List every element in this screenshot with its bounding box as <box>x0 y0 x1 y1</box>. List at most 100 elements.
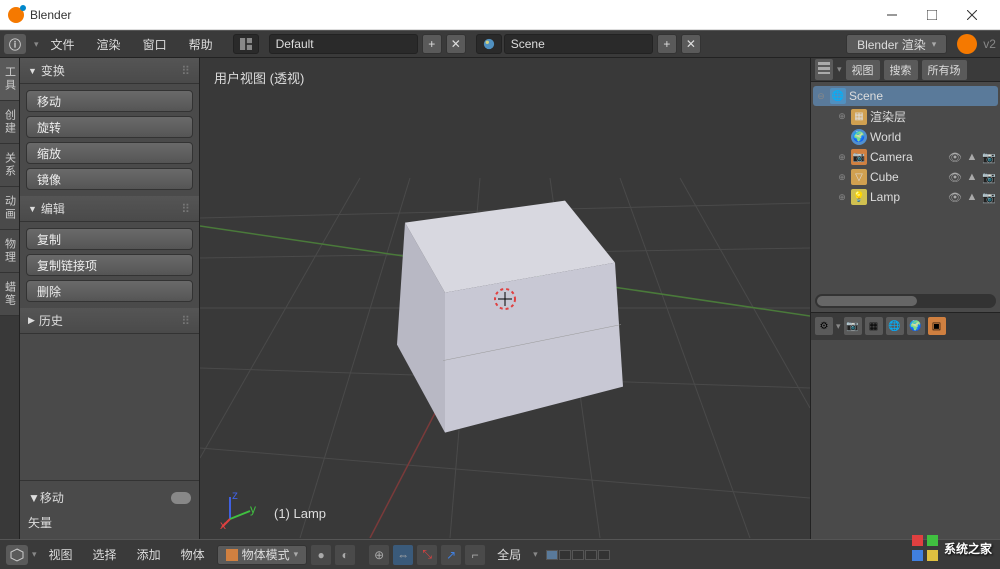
select-icon[interactable]: ▲ <box>965 171 979 183</box>
render-icon[interactable]: 📷 <box>982 151 996 164</box>
select-icon[interactable]: ▲ <box>965 191 979 203</box>
world-tab-icon[interactable]: 🌍 <box>907 317 925 335</box>
properties-header: ⚙ ▾ 📷 ▦ 🌐 🌍 ▣ <box>811 312 1000 340</box>
duplicate-linked-button[interactable]: 复制链接项 <box>26 254 193 276</box>
delete-button[interactable]: 删除 <box>26 280 193 302</box>
layout-add-button[interactable]: + <box>422 34 442 54</box>
lamp-icon: 💡 <box>851 189 867 205</box>
scene-icon[interactable] <box>476 34 502 54</box>
expand-icon[interactable]: ⊕ <box>836 192 848 203</box>
shading-solid-icon[interactable]: ● <box>311 545 331 565</box>
menu-help[interactable]: 帮助 <box>179 32 223 57</box>
visible-icon[interactable]: 👁 <box>948 151 962 164</box>
render-tab-icon[interactable]: 📷 <box>844 317 862 335</box>
section-transform[interactable]: ▼ 变换 ⠿ <box>20 58 199 84</box>
outliner-tree[interactable]: ⊖ 🌐 Scene ⊕ ▦ 渲染层 🌍 World ⊕ 📷 Camera <box>811 82 1000 290</box>
menu-file[interactable]: 文件 <box>41 32 85 57</box>
viewport-header: ▾ 视图 选择 添加 物体 物体模式 ▾ ● ◐ ⊕ ⇔ ⤡ ↗ ⌐ 全局 ▾ <box>0 539 1000 569</box>
pivot-icon[interactable]: ⊕ <box>369 545 389 565</box>
scene-add-button[interactable]: + <box>657 34 677 54</box>
manipulator-icon[interactable]: ⇔ <box>393 545 413 565</box>
expand-icon[interactable]: ⊕ <box>836 152 848 163</box>
orientation-selector[interactable]: 全局 <box>489 542 529 567</box>
render-engine-selector[interactable]: Blender 渲染 ▾ <box>846 34 947 54</box>
move-button[interactable]: 移动 <box>26 90 193 112</box>
layout-selector[interactable]: Default <box>269 34 418 54</box>
layer-1[interactable] <box>546 550 558 560</box>
outliner-search-menu[interactable]: 搜索 <box>884 60 918 80</box>
operator-header[interactable]: ▼ 移动 <box>28 485 191 510</box>
manipulator-scale-icon[interactable]: ⌐ <box>465 545 485 565</box>
scene-tab-icon[interactable]: 🌐 <box>886 317 904 335</box>
mode-selector[interactable]: 物体模式 ▾ <box>217 545 308 565</box>
collapse-icon[interactable]: ⊖ <box>815 91 827 102</box>
duplicate-button[interactable]: 复制 <box>26 228 193 250</box>
svg-text:y: y <box>250 502 256 516</box>
tab-create[interactable]: 创建 <box>0 101 19 144</box>
rotate-button[interactable]: 旋转 <box>26 116 193 138</box>
tree-scene[interactable]: ⊖ 🌐 Scene <box>813 86 998 106</box>
tab-grease[interactable]: 蜡笔 <box>0 273 19 316</box>
expand-icon: ▶ <box>28 315 35 326</box>
select-icon[interactable]: ▲ <box>965 151 979 163</box>
object-tab-icon[interactable]: ▣ <box>928 317 946 335</box>
add-menu[interactable]: 添加 <box>129 542 169 567</box>
outliner-filter[interactable]: 所有场 <box>922 60 967 80</box>
layers-tab-icon[interactable]: ▦ <box>865 317 883 335</box>
grip-icon[interactable]: ⠿ <box>181 314 191 328</box>
layer-5[interactable] <box>598 550 610 560</box>
tab-animation[interactable]: 动画 <box>0 187 19 230</box>
blender-logo-icon <box>8 7 24 23</box>
3dview-editor-icon[interactable] <box>6 545 28 565</box>
layer-2[interactable] <box>559 550 571 560</box>
layout-remove-button[interactable]: ✕ <box>446 34 466 54</box>
mirror-button[interactable]: 镜像 <box>26 168 193 190</box>
expand-icon[interactable]: ⊕ <box>836 172 848 183</box>
manipulator-rotate-icon[interactable]: ↗ <box>441 545 461 565</box>
select-menu[interactable]: 选择 <box>85 542 125 567</box>
view-menu[interactable]: 视图 <box>41 542 81 567</box>
3d-cursor-icon <box>490 284 520 314</box>
grip-icon[interactable]: ⠿ <box>181 202 191 216</box>
tree-camera[interactable]: ⊕ 📷 Camera 👁 ▲ 📷 <box>813 147 998 167</box>
horizontal-scrollbar[interactable] <box>815 294 996 308</box>
render-icon[interactable]: 📷 <box>982 171 996 184</box>
close-button[interactable] <box>952 1 992 29</box>
tab-relations[interactable]: 关系 <box>0 144 19 187</box>
grip-icon[interactable]: ⠿ <box>181 64 191 78</box>
tab-tools[interactable]: 工具 <box>0 58 19 101</box>
render-icon[interactable]: 📷 <box>982 191 996 204</box>
expand-icon[interactable]: ⊕ <box>836 111 848 122</box>
outliner-view-menu[interactable]: 视图 <box>846 60 880 80</box>
version-label: v2 <box>983 37 996 51</box>
scale-button[interactable]: 缩放 <box>26 142 193 164</box>
layer-3[interactable] <box>572 550 584 560</box>
object-menu[interactable]: 物体 <box>173 542 213 567</box>
section-history[interactable]: ▶ 历史 ⠿ <box>20 308 199 334</box>
3d-viewport[interactable]: 用户视图 (透视) <box>200 58 810 539</box>
layers-icon: ▦ <box>851 109 867 125</box>
tree-cube[interactable]: ⊕ ▽ Cube 👁 ▲ 📷 <box>813 167 998 187</box>
info-editor-icon[interactable]: ⓘ <box>4 34 26 54</box>
visible-icon[interactable]: 👁 <box>948 191 962 204</box>
tab-physics[interactable]: 物理 <box>0 230 19 273</box>
scene-selector[interactable]: Scene <box>504 34 653 54</box>
maximize-button[interactable] <box>912 1 952 29</box>
menu-window[interactable]: 窗口 <box>133 32 177 57</box>
tree-lamp[interactable]: ⊕ 💡 Lamp 👁 ▲ 📷 <box>813 187 998 207</box>
tree-renderlayers[interactable]: ⊕ ▦ 渲染层 <box>813 106 998 127</box>
shading-wire-icon[interactable]: ◐ <box>335 545 355 565</box>
visible-icon[interactable]: 👁 <box>948 171 962 184</box>
layout-preset-icon[interactable] <box>233 34 259 54</box>
outliner-editor-icon[interactable] <box>815 59 833 80</box>
minimize-button[interactable] <box>872 1 912 29</box>
section-edit[interactable]: ▼ 编辑 ⠿ <box>20 196 199 222</box>
scene-remove-button[interactable]: ✕ <box>681 34 701 54</box>
layer-4[interactable] <box>585 550 597 560</box>
slider-handle[interactable] <box>171 492 191 504</box>
manipulator-translate-icon[interactable]: ⤡ <box>417 545 437 565</box>
props-editor-icon[interactable]: ⚙ <box>815 317 833 335</box>
layer-buttons[interactable] <box>546 550 610 560</box>
tree-world[interactable]: 🌍 World <box>813 127 998 147</box>
menu-render[interactable]: 渲染 <box>87 32 131 57</box>
